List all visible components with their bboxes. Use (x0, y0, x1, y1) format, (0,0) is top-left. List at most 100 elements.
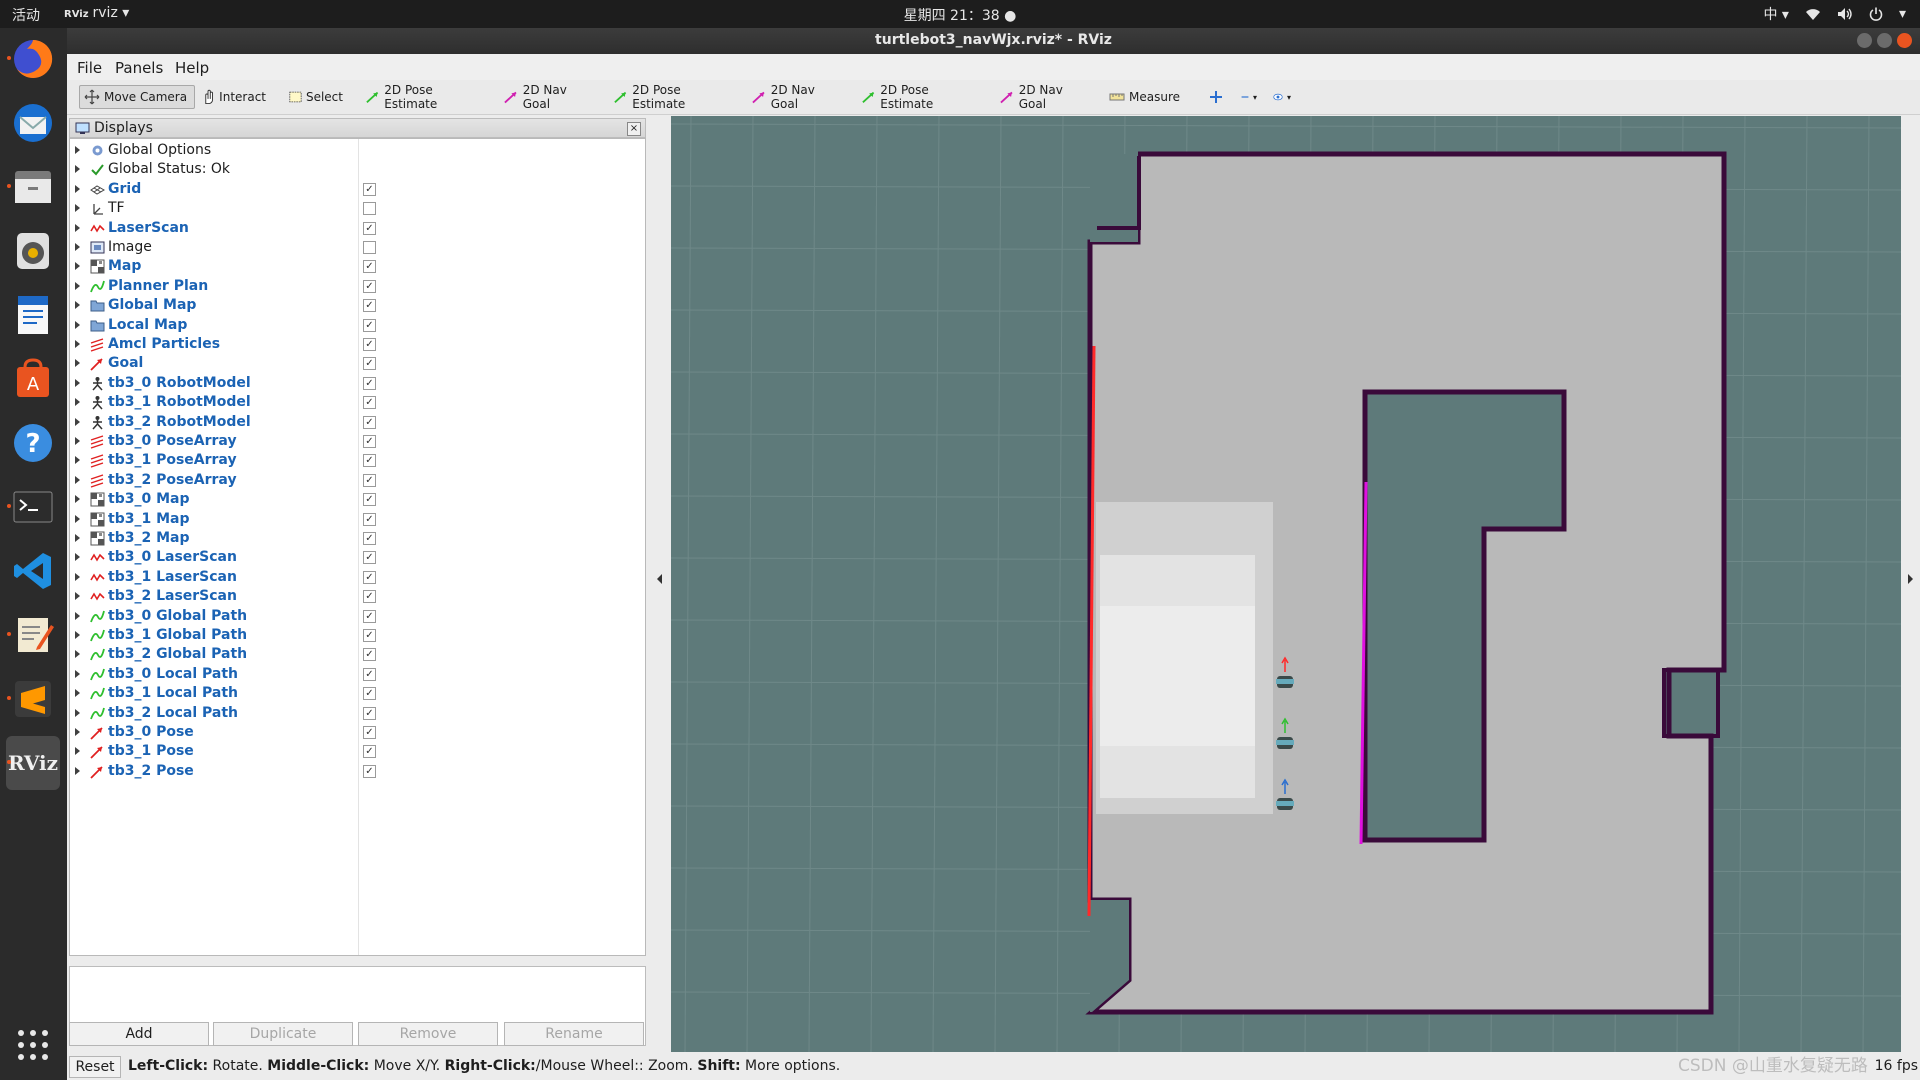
display-enabled-checkbox[interactable] (363, 241, 376, 254)
display-enabled-checkbox[interactable]: ✓ (363, 570, 376, 584)
display-row[interactable]: tb3_0 LaserScan ✓ (70, 548, 645, 567)
expand-arrow-icon[interactable] (75, 553, 80, 562)
display-enabled-checkbox[interactable]: ✓ (363, 667, 376, 681)
display-enabled-checkbox[interactable]: ✓ (363, 590, 376, 604)
display-enabled-checkbox[interactable]: ✓ (363, 318, 376, 332)
expand-arrow-icon[interactable] (75, 165, 80, 174)
expand-arrow-icon[interactable] (75, 146, 80, 154)
expand-arrow-icon[interactable] (75, 534, 80, 542)
expand-arrow-icon[interactable] (75, 437, 80, 445)
display-row[interactable]: tb3_0 Map ✓ (70, 490, 645, 509)
volume-icon[interactable] (1837, 7, 1853, 21)
expand-arrow-icon[interactable] (75, 766, 80, 775)
nav-goal-tool-1[interactable]: 2D Nav Goal (500, 83, 596, 111)
nav-goal-tool-3[interactable]: 2D Nav Goal (996, 83, 1092, 111)
activities-button[interactable]: 活动 (12, 5, 40, 25)
expand-arrow-icon[interactable] (75, 650, 80, 659)
expand-arrow-icon[interactable] (75, 747, 80, 756)
display-row[interactable]: tb3_2 Local Path ✓ (70, 704, 645, 723)
system-menu-arrow-icon[interactable]: ▾ (1899, 6, 1906, 22)
display-enabled-checkbox[interactable]: ✓ (363, 726, 376, 739)
display-row[interactable]: tb3_1 Global Path ✓ (70, 626, 645, 645)
display-row[interactable]: Global Options (70, 141, 645, 160)
display-row[interactable]: tb3_2 PoseArray ✓ (70, 471, 645, 490)
display-row[interactable]: tb3_0 PoseArray ✓ (70, 432, 645, 451)
display-enabled-checkbox[interactable]: ✓ (363, 338, 376, 351)
menu-panels[interactable]: Panels (115, 59, 163, 77)
display-row[interactable]: tb3_0 RobotModel ✓ (70, 374, 645, 393)
expand-arrow-icon[interactable] (75, 514, 80, 523)
display-row[interactable]: tb3_1 RobotModel ✓ (70, 393, 645, 412)
dock-thunderbird[interactable] (6, 96, 60, 150)
display-enabled-checkbox[interactable]: ✓ (363, 629, 376, 642)
expand-arrow-icon[interactable] (75, 689, 80, 698)
collapse-right-icon[interactable] (1908, 574, 1913, 584)
display-row[interactable]: tb3_2 LaserScan ✓ (70, 587, 645, 606)
duplicate-display-button[interactable]: Duplicate (213, 1022, 353, 1046)
display-enabled-checkbox[interactable] (363, 202, 376, 216)
display-enabled-checkbox[interactable]: ✓ (363, 745, 376, 759)
pose-estimate-tool-3[interactable]: 2D Pose Estimate (858, 83, 978, 111)
display-row[interactable]: LaserScan ✓ (70, 219, 645, 238)
select-tool[interactable]: Select (285, 85, 347, 109)
expand-arrow-icon[interactable] (75, 611, 80, 620)
window-titlebar[interactable]: turtlebot3_navWjx.rviz* - RViz (67, 28, 1920, 54)
expand-arrow-icon[interactable] (75, 204, 80, 213)
display-row[interactable]: Global Status: Ok (70, 160, 645, 179)
displays-tree[interactable]: Global Options Global Status: Ok Grid ✓ TF La… (69, 138, 646, 956)
pose-estimate-tool-1[interactable]: 2D Pose Estimate (362, 83, 482, 111)
remove-tool-button[interactable]: ▾ (1237, 85, 1261, 109)
menu-help[interactable]: Help (175, 59, 209, 77)
power-icon[interactable] (1869, 7, 1883, 21)
display-row[interactable]: tb3_0 Pose ✓ (70, 723, 645, 742)
expand-arrow-icon[interactable] (75, 359, 80, 368)
expand-arrow-icon[interactable] (75, 572, 80, 581)
expand-arrow-icon[interactable] (75, 728, 80, 736)
display-enabled-checkbox[interactable]: ✓ (363, 299, 376, 313)
dock-help[interactable]: ? (6, 416, 60, 470)
expand-arrow-icon[interactable] (75, 495, 80, 504)
display-enabled-checkbox[interactable]: ✓ (363, 609, 376, 623)
wifi-icon[interactable] (1805, 7, 1821, 21)
expand-arrow-icon[interactable] (75, 243, 80, 251)
minimize-button[interactable] (1857, 33, 1872, 48)
display-row[interactable]: Global Map ✓ (70, 296, 645, 315)
clock[interactable]: 星期四 21：38 (904, 8, 1000, 24)
display-row[interactable]: tb3_2 Global Path ✓ (70, 645, 645, 664)
display-enabled-checkbox[interactable]: ✓ (363, 706, 376, 720)
collapse-left-icon[interactable] (657, 574, 662, 584)
nav-goal-tool-2[interactable]: 2D Nav Goal (748, 83, 844, 111)
expand-arrow-icon[interactable] (75, 631, 80, 639)
expand-arrow-icon[interactable] (75, 223, 80, 232)
expand-arrow-icon[interactable] (75, 475, 80, 484)
dock-rhythmbox[interactable] (6, 224, 60, 278)
expand-arrow-icon[interactable] (75, 281, 80, 290)
show-applications-button[interactable] (6, 1018, 60, 1072)
dock-writer[interactable] (6, 288, 60, 342)
display-enabled-checkbox[interactable]: ✓ (363, 182, 376, 196)
display-row[interactable]: Map ✓ (70, 257, 645, 276)
camera-type-button[interactable]: ▾ (1269, 85, 1295, 109)
expand-arrow-icon[interactable] (75, 262, 80, 271)
display-enabled-checkbox[interactable]: ✓ (363, 435, 376, 448)
move-camera-tool[interactable]: Move Camera (79, 85, 195, 109)
rename-display-button[interactable]: Rename (504, 1022, 644, 1046)
reset-button[interactable]: Reset (69, 1056, 121, 1078)
dock-sublime[interactable] (6, 672, 60, 726)
display-enabled-checkbox[interactable]: ✓ (363, 376, 376, 390)
expand-arrow-icon[interactable] (75, 708, 80, 717)
display-enabled-checkbox[interactable]: ✓ (363, 454, 376, 468)
remove-display-button[interactable]: Remove (358, 1022, 498, 1046)
expand-arrow-icon[interactable] (75, 184, 80, 193)
dock-rviz[interactable]: RViz (6, 736, 60, 790)
display-enabled-checkbox[interactable]: ✓ (363, 357, 376, 371)
add-tool-button[interactable] (1205, 85, 1229, 109)
display-row[interactable]: tb3_1 Local Path ✓ (70, 684, 645, 703)
display-row[interactable]: Image (70, 238, 645, 257)
close-window-button[interactable] (1897, 33, 1912, 48)
dock-terminal[interactable] (6, 480, 60, 534)
expand-arrow-icon[interactable] (75, 669, 80, 678)
display-row[interactable]: tb3_2 RobotModel ✓ (70, 413, 645, 432)
expand-arrow-icon[interactable] (75, 398, 80, 407)
display-row[interactable]: tb3_2 Map ✓ (70, 529, 645, 548)
